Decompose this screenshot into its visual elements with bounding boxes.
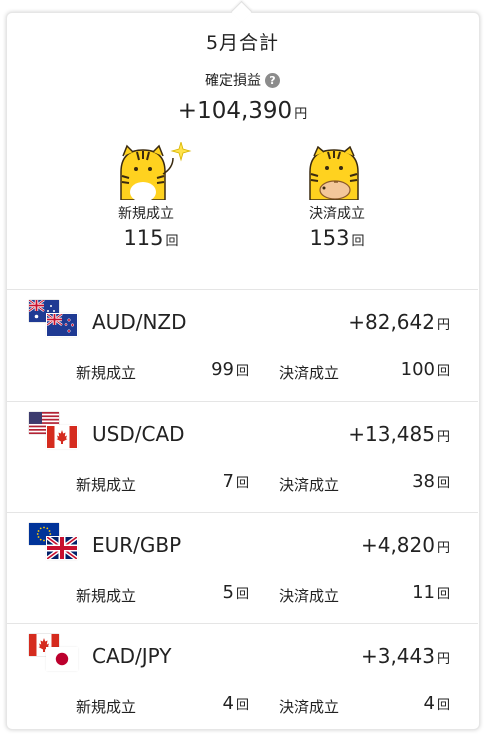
pair-name: AUD/NZD xyxy=(92,310,187,334)
settle-order-label: 決済成立 xyxy=(279,364,340,382)
new-order-count: 7回 xyxy=(223,471,249,492)
yen-unit: 円 xyxy=(436,541,450,556)
count-value: 100 xyxy=(400,359,435,380)
count-value: 7 xyxy=(222,471,234,492)
yen-unit: 円 xyxy=(436,652,450,667)
new-order-label: 新規成立 xyxy=(76,698,137,716)
help-icon[interactable]: ? xyxy=(265,73,280,88)
settle-order-label: 決済成立 xyxy=(279,587,340,605)
new-order-label: 新規成立 xyxy=(118,206,174,222)
times-unit: 回 xyxy=(351,234,365,249)
settle-order-count: 38 回 xyxy=(412,471,450,492)
flag-pair xyxy=(29,523,79,561)
pair-pl-value: +4,820 xyxy=(360,533,435,557)
new-zealand-flag-icon xyxy=(47,314,77,336)
pair-pl-value: +13,485 xyxy=(348,422,435,446)
pair-pl: +82,642 円 xyxy=(348,310,450,334)
yen-unit: 円 xyxy=(294,107,308,122)
new-order-label: 新規成立 xyxy=(76,587,137,605)
settle-order-count: 100 回 xyxy=(401,359,450,380)
settle-order-count: 11 回 xyxy=(412,582,450,603)
new-order-label: 新規成立 xyxy=(76,476,137,494)
pair-pl: +13,485 円 xyxy=(348,422,450,446)
pair-row-usd-cad[interactable]: USD/CAD +13,485 円 新規成立 7回 決済成立 38 回 xyxy=(7,402,478,512)
settle-order-count: 4回 xyxy=(424,693,450,714)
count-value: 4 xyxy=(423,693,435,714)
month-title: 5月合計 xyxy=(205,32,280,54)
settle-order-label: 決済成立 xyxy=(279,476,340,494)
pair-name: USD/CAD xyxy=(92,422,185,446)
count-value: 99 xyxy=(211,359,234,380)
pair-pl-value: +82,642 xyxy=(348,310,435,334)
new-order-count: 99 回 xyxy=(211,359,249,380)
count-value: 5 xyxy=(222,582,234,603)
pair-name: CAD/JPY xyxy=(92,644,172,668)
pair-row-cad-jpy[interactable]: CAD/JPY +3,443 円 新規成立 4回 決済成立 4回 xyxy=(7,624,478,734)
pair-row-eur-gbp[interactable]: EUR/GBP +4,820 円 新規成立 5回 決済成立 11 回 xyxy=(7,513,478,623)
times-unit: 回 xyxy=(436,587,450,602)
pair-name: EUR/GBP xyxy=(92,533,182,557)
settle-order-label: 決済成立 xyxy=(279,698,340,716)
new-order-count: 4回 xyxy=(223,693,249,714)
times-unit: 回 xyxy=(235,364,249,379)
flag-pair xyxy=(29,412,79,450)
new-order-label: 新規成立 xyxy=(76,364,137,382)
pair-pl: +3,443 円 xyxy=(361,644,450,668)
count-value: 4 xyxy=(222,693,234,714)
count-value: 11 xyxy=(412,582,435,603)
canada-flag-icon xyxy=(47,426,77,448)
tiger-mascot-settle-icon xyxy=(309,146,359,200)
times-unit: 回 xyxy=(436,476,450,491)
settle-order-label: 決済成立 xyxy=(309,206,365,222)
flag-pair xyxy=(29,300,79,338)
settle-order-count: 153 xyxy=(309,226,350,250)
yen-unit: 円 xyxy=(436,430,450,445)
new-order-count-row: 115 回 xyxy=(91,226,211,250)
times-unit: 回 xyxy=(235,476,249,491)
total-pl-value: +104,390 xyxy=(177,98,293,124)
new-order-count: 5回 xyxy=(223,582,249,603)
settle-order-count-row: 153 回 xyxy=(277,226,397,250)
pair-pl: +4,820 円 xyxy=(361,533,450,557)
japan-flag-icon xyxy=(47,648,77,670)
pl-label: 確定損益 xyxy=(205,73,261,89)
tiger-mascot-new-icon xyxy=(120,142,192,200)
count-value: 38 xyxy=(412,471,435,492)
yen-unit: 円 xyxy=(436,318,450,333)
pair-row-aud-nzd[interactable]: AUD/NZD +82,642 円 新規成立 99 回 決済成立 100 回 xyxy=(7,290,478,400)
pair-pl-value: +3,443 xyxy=(360,644,435,668)
new-order-count: 115 xyxy=(123,226,164,250)
times-unit: 回 xyxy=(235,587,249,602)
flag-pair xyxy=(29,634,79,672)
pl-label-row: 確定損益? xyxy=(0,70,485,90)
times-unit: 回 xyxy=(436,364,450,379)
times-unit: 回 xyxy=(165,234,179,249)
times-unit: 回 xyxy=(235,698,249,713)
times-unit: 回 xyxy=(436,698,450,713)
pl-amount-row: +104,390 円 xyxy=(0,98,485,124)
uk-flag-icon xyxy=(47,537,77,559)
